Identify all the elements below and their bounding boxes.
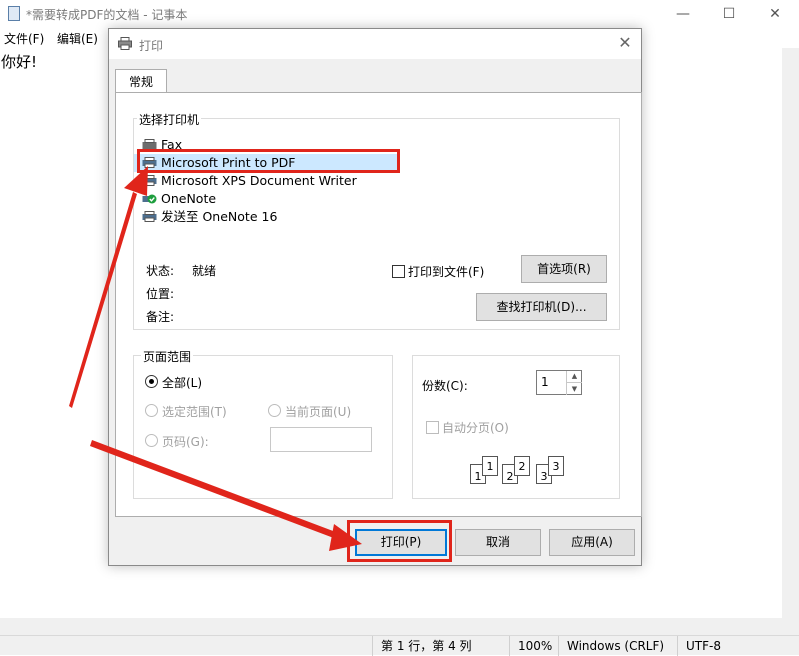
arrow-shaft-to-print-button <box>90 440 341 540</box>
arrow-head-to-printer <box>124 166 148 196</box>
annotation-arrows <box>69 166 362 551</box>
arrow-head-to-print-button <box>329 524 362 551</box>
arrow-shaft-to-printer <box>69 192 137 408</box>
